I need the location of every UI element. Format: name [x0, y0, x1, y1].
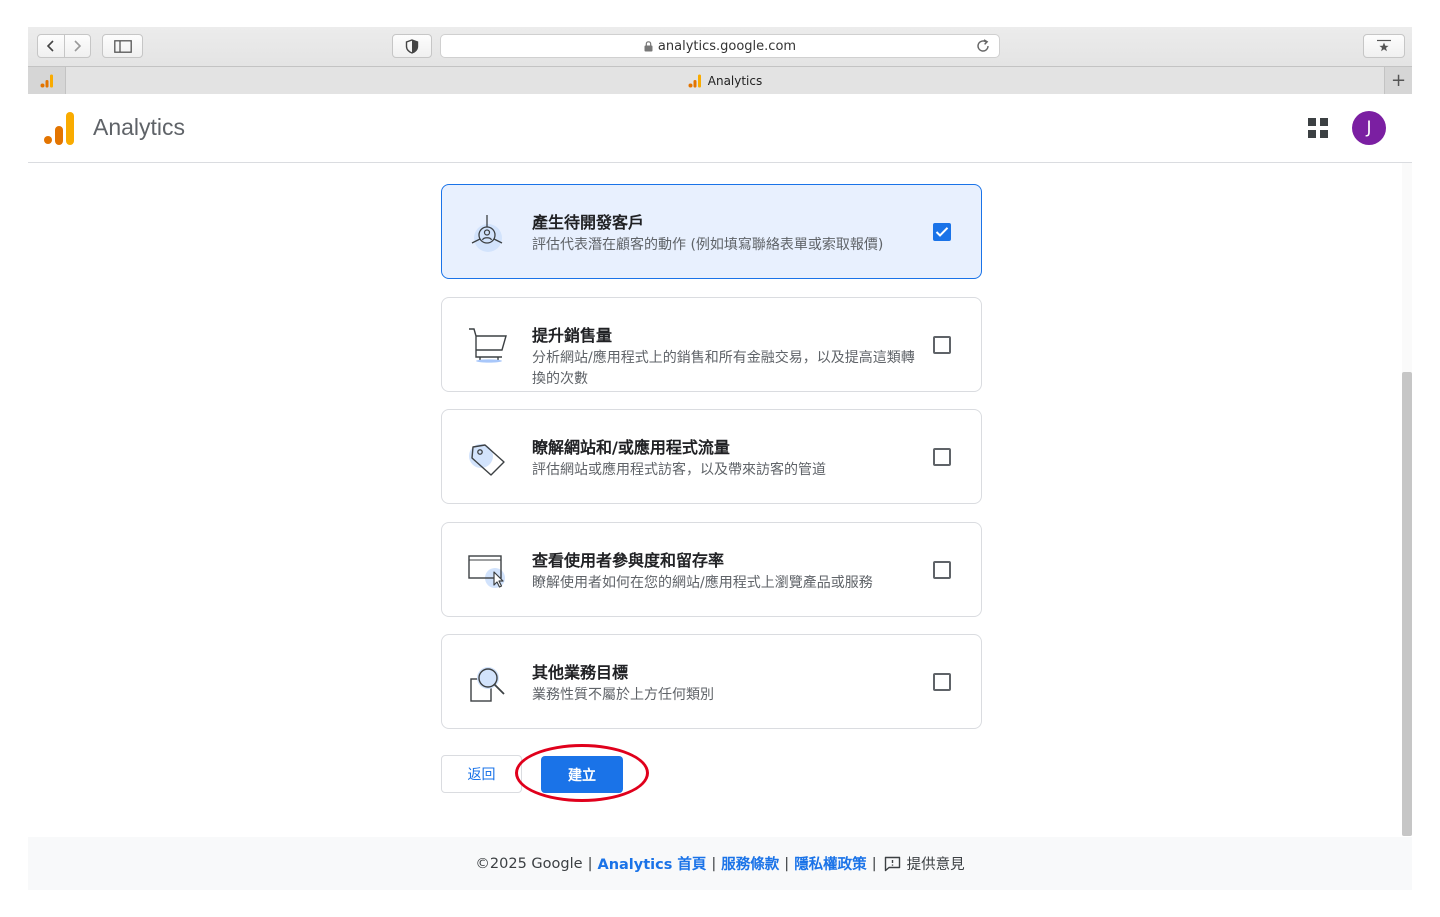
shield-icon	[405, 38, 419, 54]
objective-title: 其他業務目標	[532, 663, 629, 682]
footer-link-terms[interactable]: 服務條款	[721, 853, 779, 874]
footer-link-home[interactable]: Analytics 首頁	[597, 853, 706, 874]
page-footer: ©2025 Google | Analytics 首頁 | 服務條款 | 隱私權…	[28, 837, 1412, 890]
url-text: analytics.google.com	[657, 38, 797, 54]
reading-list-button[interactable]	[1363, 34, 1405, 58]
objective-checkbox[interactable]	[933, 561, 951, 579]
analytics-favicon-icon	[40, 74, 53, 87]
objective-description: 瞭解使用者如何在您的網站/應用程式上瀏覽產品或服務	[532, 575, 873, 591]
objective-checkbox[interactable]	[933, 448, 951, 466]
forward-nav-button[interactable]	[63, 35, 91, 57]
footer-link-privacy[interactable]: 隱私權政策	[794, 853, 867, 874]
screen: analytics.google.com Analytics + Analyti…	[0, 0, 1440, 917]
browser-cursor-icon	[468, 555, 505, 588]
privacy-report-button[interactable]	[392, 34, 432, 58]
copyright-text: ©2025 Google	[475, 855, 583, 872]
apps-grid-icon[interactable]	[1308, 118, 1328, 138]
objective-checkbox[interactable]	[933, 336, 951, 354]
account-avatar[interactable]: J	[1352, 111, 1386, 145]
checkmark-icon	[935, 227, 949, 237]
tab-analytics[interactable]: Analytics	[66, 67, 1384, 94]
objective-checkbox[interactable]	[933, 673, 951, 691]
target-person-icon	[471, 215, 503, 252]
objective-card-increase-sales[interactable]: 提升銷售量 分析網站/應用程式上的銷售和所有金融交易，以及提高這類轉換的次數	[441, 297, 982, 392]
browser-chrome: analytics.google.com Analytics +	[28, 27, 1412, 94]
document-magnifier-icon	[470, 667, 505, 702]
history-nav-group	[37, 34, 91, 58]
app-title: Analytics	[93, 114, 186, 140]
chevron-left-icon	[46, 40, 54, 52]
objective-card-understand-traffic[interactable]: 瞭解網站和/或應用程式流量 評估網站或應用程式訪客，以及帶來訪客的管道	[441, 409, 982, 504]
footer-separator: |	[711, 855, 717, 872]
sidebar-toggle-button[interactable]	[102, 34, 143, 58]
objective-checkbox[interactable]	[933, 223, 951, 241]
objective-title: 瞭解網站和/或應用程式流量	[532, 438, 730, 457]
analytics-favicon-icon	[688, 74, 701, 87]
objective-card-other-goals[interactable]: 其他業務目標 業務性質不屬於上方任何類別	[441, 634, 982, 729]
price-tag-icon	[469, 444, 505, 476]
address-bar[interactable]: analytics.google.com	[440, 34, 1000, 58]
footer-separator: |	[784, 855, 790, 872]
pinned-tab[interactable]	[28, 67, 66, 94]
objective-description: 評估代表潛在顧客的動作 (例如填寫聯絡表單或索取報價)	[532, 237, 884, 253]
objective-description: 評估網站或應用程式訪客，以及帶來訪客的管道	[532, 462, 826, 478]
lock-icon	[644, 40, 653, 51]
footer-separator: |	[587, 855, 593, 872]
tab-bar: Analytics +	[28, 66, 1412, 94]
objective-description: 業務性質不屬於上方任何類別	[532, 687, 714, 703]
reload-icon[interactable]	[975, 38, 991, 54]
back-button[interactable]: 返回	[441, 755, 522, 793]
chevron-right-icon	[74, 40, 82, 52]
objective-title: 產生待開發客戶	[532, 213, 645, 232]
analytics-logo-icon[interactable]	[44, 112, 74, 145]
scrollbar-thumb[interactable]	[1402, 372, 1412, 836]
feedback-link[interactable]: 提供意見	[907, 853, 965, 874]
objective-title: 查看使用者參與度和留存率	[532, 551, 725, 570]
app-header: Analytics J	[28, 94, 1412, 163]
objective-description: 分析網站/應用程式上的銷售和所有金融交易，以及提高這類轉換的次數	[532, 350, 915, 387]
star-icon	[1377, 39, 1391, 52]
new-tab-button[interactable]: +	[1384, 67, 1412, 94]
objective-card-engagement-retention[interactable]: 查看使用者參與度和留存率 瞭解使用者如何在您的網站/應用程式上瀏覽產品或服務	[441, 522, 982, 617]
objective-title: 提升銷售量	[532, 326, 613, 345]
sidebar-icon	[113, 39, 132, 53]
tab-title: Analytics	[707, 73, 763, 88]
objective-card-generate-leads[interactable]: 產生待開發客戶 評估代表潛在顧客的動作 (例如填寫聯絡表單或索取報價)	[441, 184, 982, 279]
create-button[interactable]: 建立	[541, 756, 623, 793]
shopping-cart-icon	[469, 328, 507, 363]
back-nav-button[interactable]	[38, 35, 64, 57]
footer-separator: |	[871, 855, 877, 872]
feedback-icon[interactable]	[884, 856, 901, 872]
